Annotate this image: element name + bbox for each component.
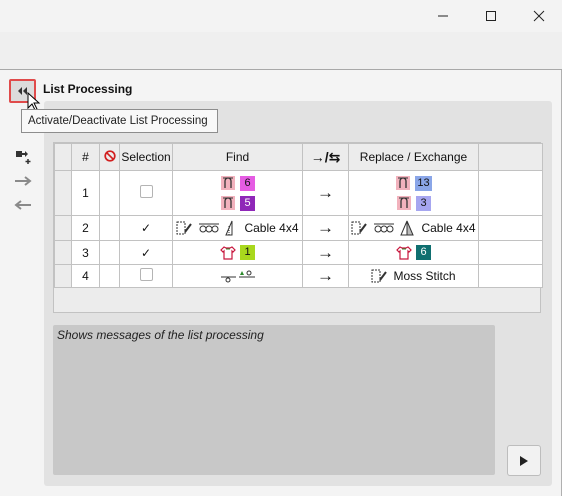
close-icon xyxy=(533,10,545,22)
direction-cell[interactable]: → xyxy=(302,170,349,216)
column-header-replace[interactable]: Replace / Exchange xyxy=(348,143,479,171)
cable-cross-icon xyxy=(225,220,233,236)
panel-title: List Processing xyxy=(43,82,133,96)
replace-cell[interactable]: 13 3 xyxy=(348,170,479,216)
run-button[interactable] xyxy=(507,445,541,476)
table-row[interactable]: 4 → Moss Stitch xyxy=(54,264,543,288)
yarn-badge: 6 xyxy=(240,175,255,191)
selection-cell[interactable] xyxy=(119,264,173,288)
arrow-right-icon xyxy=(15,176,32,186)
table-row[interactable]: 2 ✓ Cable 4x4 → Cable 4x4 xyxy=(54,215,543,241)
maximize-icon xyxy=(486,11,496,21)
yarn-carrier-icon xyxy=(221,176,235,190)
check-mark-icon[interactable]: ✓ xyxy=(141,221,151,235)
minimize-icon xyxy=(438,15,448,17)
find-text: Cable 4x4 xyxy=(244,221,299,235)
move-left-button[interactable] xyxy=(12,193,34,217)
list-processing-table: # Selection Find →/⇆ Replace / Exchange … xyxy=(53,142,543,313)
replace-cell[interactable]: Cable 4x4 xyxy=(348,215,479,241)
row-number: 4 xyxy=(71,264,100,288)
find-cell[interactable]: 6 5 xyxy=(172,170,303,216)
maximize-button[interactable] xyxy=(468,0,514,32)
replace-cell[interactable]: 6 xyxy=(348,240,479,265)
exclude-cell[interactable] xyxy=(99,240,120,265)
empty-cell xyxy=(478,215,543,241)
table-row[interactable]: 1 6 5 → 13 3 xyxy=(54,170,543,216)
direction-cell[interactable]: → xyxy=(302,264,349,288)
column-header-number[interactable]: # xyxy=(71,143,100,171)
arrow-right-icon: → xyxy=(317,183,334,202)
replace-text: Moss Stitch xyxy=(393,269,456,283)
shirt-icon xyxy=(396,245,412,260)
empty-cell xyxy=(478,264,543,288)
yarn-badge: 5 xyxy=(240,195,255,211)
find-cell[interactable]: Cable 4x4 xyxy=(172,215,303,241)
find-cell[interactable]: 1 xyxy=(172,240,303,265)
direction-cell[interactable]: → xyxy=(302,240,349,265)
exclude-cell[interactable] xyxy=(99,215,120,241)
move-right-button[interactable] xyxy=(12,169,34,193)
check-mark-icon[interactable]: ✓ xyxy=(141,246,151,260)
close-button[interactable] xyxy=(516,0,562,32)
color-badge: 6 xyxy=(416,245,431,260)
yarn-carrier-icon xyxy=(397,196,411,210)
row-header-corner xyxy=(54,143,72,171)
minimize-button[interactable] xyxy=(420,0,466,32)
row-number: 2 xyxy=(71,215,100,241)
row-number: 1 xyxy=(71,170,100,216)
arrow-right-icon: → xyxy=(317,266,334,285)
column-header-direction[interactable]: →/⇆ xyxy=(302,143,349,171)
side-toolbar xyxy=(12,145,34,217)
selection-cell[interactable]: ✓ xyxy=(119,240,173,265)
yarn-carrier-icon xyxy=(221,196,235,210)
play-icon xyxy=(520,455,528,466)
replace-text: Cable 4x4 xyxy=(421,221,476,235)
arrow-left-icon xyxy=(14,200,31,210)
row-header[interactable] xyxy=(54,264,72,288)
arrow-right-icon: → xyxy=(317,218,334,237)
stitch-edit-icon xyxy=(351,221,368,235)
stitch-edit-icon xyxy=(176,221,193,235)
selection-cell[interactable]: ✓ xyxy=(119,215,173,241)
selection-checkbox[interactable] xyxy=(139,185,153,198)
empty-cell xyxy=(478,240,543,265)
yarn-badge: 13 xyxy=(415,175,432,191)
empty-cell xyxy=(478,170,543,216)
prohibited-icon xyxy=(103,149,116,162)
cable-loops-icon xyxy=(374,223,395,233)
cable-loops-icon xyxy=(199,223,220,233)
selection-cell[interactable] xyxy=(119,170,173,216)
column-header-selection[interactable]: Selection xyxy=(119,143,173,171)
add-row-button[interactable] xyxy=(12,145,34,169)
row-number: 3 xyxy=(71,240,100,265)
column-header-empty xyxy=(478,143,543,171)
shirt-icon xyxy=(220,245,236,260)
toolbar-band xyxy=(0,32,562,70)
exclude-cell[interactable] xyxy=(99,264,120,288)
color-badge: 1 xyxy=(240,245,255,260)
tooltip: Activate/Deactivate List Processing xyxy=(21,109,218,133)
cable-cross-double-icon xyxy=(400,220,415,236)
add-row-icon xyxy=(16,151,31,164)
yarn-badge: 3 xyxy=(416,195,431,211)
stitch-edit-icon xyxy=(371,269,388,283)
column-header-exclude[interactable] xyxy=(99,143,120,171)
messages-area: Shows messages of the list processing xyxy=(53,325,495,475)
title-bar xyxy=(0,0,562,32)
row-header[interactable] xyxy=(54,215,72,241)
row-header[interactable] xyxy=(54,240,72,265)
arrow-right-icon: → xyxy=(317,242,334,262)
table-row[interactable]: 3 ✓ 1 → 6 xyxy=(54,240,543,265)
yarn-carrier-icon xyxy=(396,176,411,190)
stitch-knit-purl-icon xyxy=(220,270,255,283)
selection-checkbox[interactable] xyxy=(139,268,153,281)
exclude-cell[interactable] xyxy=(99,170,120,216)
replace-cell[interactable]: Moss Stitch xyxy=(348,264,479,288)
column-header-find[interactable]: Find xyxy=(172,143,303,171)
find-cell[interactable] xyxy=(172,264,303,288)
row-header[interactable] xyxy=(54,170,72,216)
direction-cell[interactable]: → xyxy=(302,215,349,241)
